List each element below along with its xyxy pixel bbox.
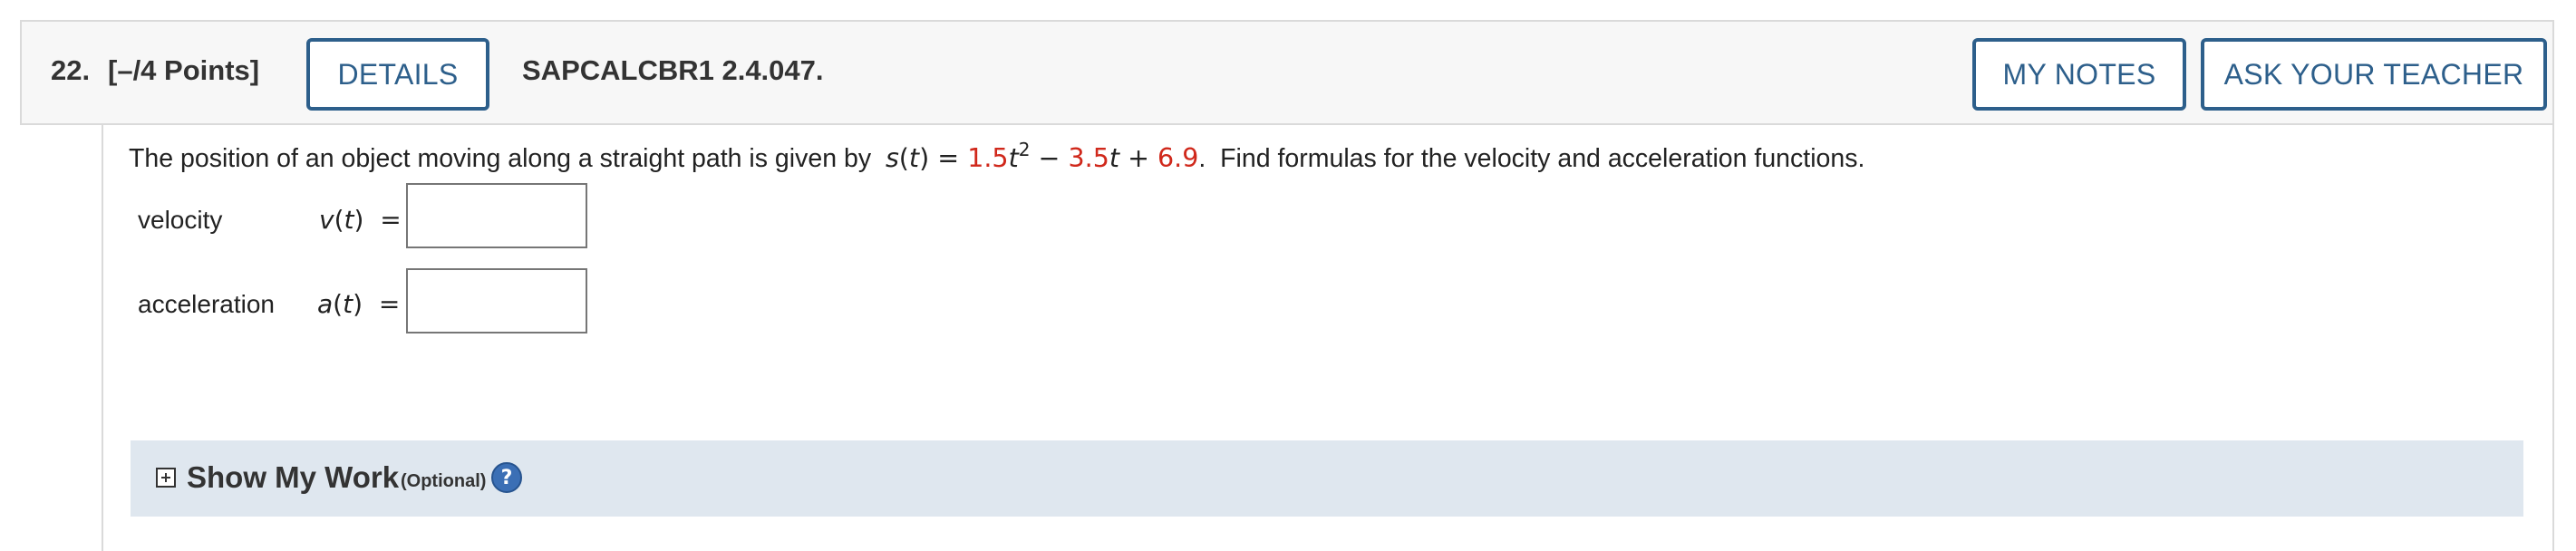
acceleration-label: acceleration xyxy=(138,290,275,318)
question-header: 22. [–/4 Points] DETAILS SAPCALCBR1 2.4.… xyxy=(20,20,2554,125)
question-circle-icon[interactable]: ? xyxy=(491,462,522,493)
prompt-outro: Find formulas for the velocity and accel… xyxy=(1220,144,1865,173)
show-my-work-bar[interactable]: Show My Work (Optional) ? xyxy=(131,440,2523,517)
question-code: SAPCALCBR1 2.4.047. xyxy=(522,54,824,86)
velocity-label: velocity xyxy=(138,206,223,234)
show-my-work-title[interactable]: Show My Work xyxy=(187,460,399,495)
show-my-work-optional: (Optional) xyxy=(401,471,487,491)
velocity-input[interactable] xyxy=(406,183,587,248)
coefficient-1: 1.5 xyxy=(967,143,1009,173)
acceleration-function-label: a(t) = xyxy=(317,289,401,319)
question-points: [–/4 Points] xyxy=(108,54,260,86)
exponent: 2 xyxy=(1018,139,1031,160)
question-number: 22. xyxy=(51,54,91,86)
coefficient-2: 3.5 xyxy=(1068,143,1109,173)
position-function: s(t) = 1.5t2 − 3.5t + 6.9 xyxy=(885,139,1199,173)
my-notes-button[interactable]: MY NOTES xyxy=(1972,38,2186,111)
prompt-intro: The position of an object moving along a… xyxy=(129,144,872,173)
question-prompt: The position of an object moving along a… xyxy=(129,139,1865,173)
ask-your-teacher-button[interactable]: ASK YOUR TEACHER xyxy=(2201,38,2547,111)
velocity-function-label: v(t) = xyxy=(319,205,402,235)
plus-square-icon[interactable] xyxy=(156,468,176,488)
acceleration-input[interactable] xyxy=(406,268,587,334)
details-button[interactable]: DETAILS xyxy=(306,38,489,111)
constant-term: 6.9 xyxy=(1157,143,1199,173)
